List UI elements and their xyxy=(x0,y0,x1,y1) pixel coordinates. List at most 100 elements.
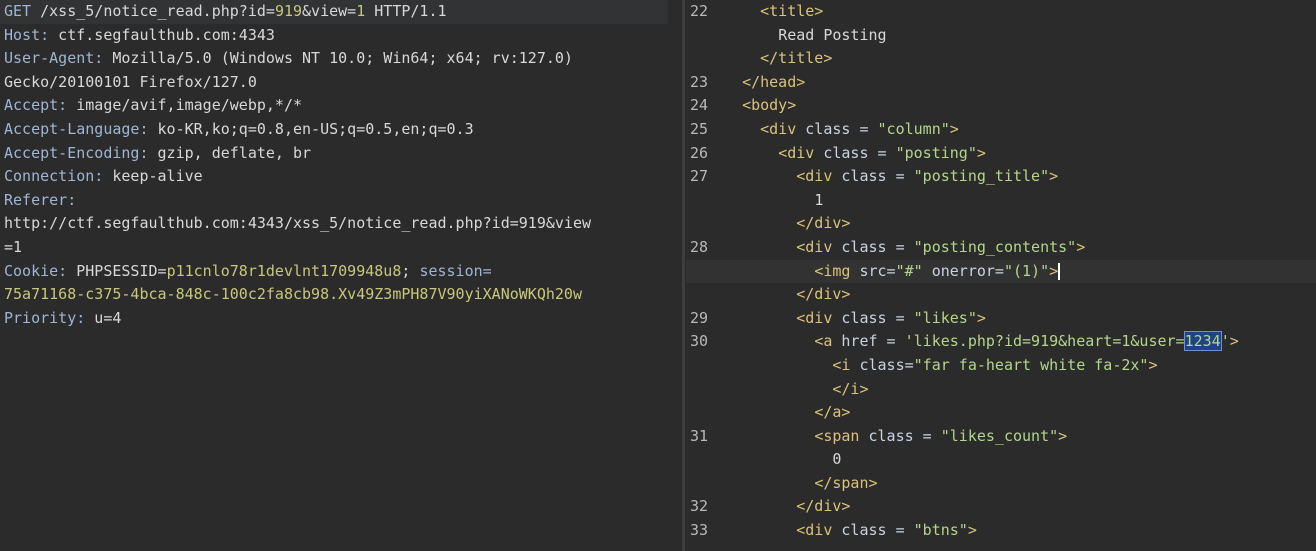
code-line[interactable]: </title> xyxy=(686,47,1316,71)
token-attr: onerror= xyxy=(922,261,1004,280)
code-line[interactable]: </div> xyxy=(686,283,1316,307)
line-number: 24 xyxy=(690,96,709,115)
code-line[interactable]: 32 </div> xyxy=(686,495,1316,519)
code-line[interactable]: <i class="far fa-heart white fa-2x"> xyxy=(686,354,1316,378)
code-text: <title> xyxy=(724,2,823,20)
header-accept-encoding[interactable]: Accept-Encoding: gzip, deflate, br xyxy=(0,142,680,166)
token-str: "likes" xyxy=(913,308,977,327)
token-str: "#" xyxy=(895,261,923,280)
code-text: </a> xyxy=(724,403,850,421)
header-key: Priority: xyxy=(4,308,86,327)
header-referer-value-cont[interactable]: =1 xyxy=(0,236,680,260)
token-tag: <body> xyxy=(742,96,797,115)
request-line[interactable]: GET /xss_5/notice_read.php?id=919&view=1… xyxy=(0,0,668,24)
header-user-agent-cont[interactable]: Gecko/20100101 Firefox/127.0 xyxy=(0,71,680,95)
line-number: 29 xyxy=(690,308,709,327)
pane-splitter[interactable] xyxy=(682,0,685,551)
header-cookie-cont[interactable]: 75a71168-c375-4bca-848c-100c2fa8cb98.Xv4… xyxy=(0,283,680,307)
param-view-key: &view= xyxy=(302,2,357,20)
token-tag: <div xyxy=(760,119,806,138)
token-tag: <img xyxy=(814,261,860,280)
token-text: Read Posting xyxy=(778,25,887,44)
request-editor[interactable]: GET /xss_5/notice_read.php?id=919&view=1… xyxy=(0,0,680,551)
token-attr: class = xyxy=(841,167,914,186)
line-number: 25 xyxy=(690,119,709,138)
code-line[interactable]: 0 xyxy=(686,448,1316,472)
token-tag: > xyxy=(1229,332,1239,351)
token-str: "posting_title" xyxy=(913,167,1050,186)
token-str: "posting_contents" xyxy=(913,237,1077,256)
code-text: </div> xyxy=(724,285,850,303)
header-connection[interactable]: Connection: keep-alive xyxy=(0,165,680,189)
token-tag: <div xyxy=(796,308,842,327)
param-view-value: 1 xyxy=(356,2,366,20)
code-line[interactable]: 23 </head> xyxy=(686,71,1316,95)
code-line[interactable]: 27 <div class = "posting_title"> xyxy=(686,165,1316,189)
header-value: ctf.segfaulthub.com:4343 xyxy=(49,25,275,44)
code-line[interactable]: 22 <title> xyxy=(686,0,1316,24)
token-attr: href = xyxy=(841,332,905,351)
code-line[interactable]: 30 <a href = 'likes.php?id=919&heart=1&u… xyxy=(686,330,1316,354)
token-attr: src= xyxy=(859,261,896,280)
header-accept-language[interactable]: Accept-Language: ko-KR,ko;q=0.8,en-US;q=… xyxy=(0,118,680,142)
header-key: Connection: xyxy=(4,167,104,186)
http-method: GET xyxy=(4,2,32,20)
code-line[interactable]: 31 <span class = "likes_count"> xyxy=(686,425,1316,449)
line-number: 26 xyxy=(690,143,709,162)
code-line[interactable]: </i> xyxy=(686,378,1316,402)
code-line[interactable]: 1 xyxy=(686,189,1316,213)
line-number: 31 xyxy=(690,426,709,445)
token-tag: </i> xyxy=(832,379,869,398)
header-referer-value[interactable]: http://ctf.segfaulthub.com:4343/xss_5/no… xyxy=(0,212,680,236)
code-line[interactable]: </span> xyxy=(686,472,1316,496)
token-tag: </div> xyxy=(796,497,851,516)
header-user-agent[interactable]: User-Agent: Mozilla/5.0 (Windows NT 10.0… xyxy=(0,47,680,71)
header-key: Accept: xyxy=(4,96,68,115)
token-tag: > xyxy=(949,119,959,138)
header-cookie[interactable]: Cookie: PHPSESSID=p11cnlo78r1devlnt17099… xyxy=(0,260,680,284)
token-tag: > xyxy=(967,521,977,540)
header-referer[interactable]: Referer: xyxy=(0,189,680,213)
token-tag: <div xyxy=(796,167,842,186)
token-str: 'likes.php?id=919&heart=1&user= xyxy=(904,332,1185,351)
code-line[interactable]: Read Posting xyxy=(686,24,1316,48)
code-line[interactable]: </a> xyxy=(686,401,1316,425)
cookie-name: PHPSESSID= xyxy=(67,261,167,280)
token-attr: class = xyxy=(805,119,878,138)
line-number: 28 xyxy=(690,237,709,256)
header-priority[interactable]: Priority: u=4 xyxy=(0,307,680,331)
text-caret xyxy=(1058,262,1061,280)
code-line[interactable]: 24 <body> xyxy=(686,94,1316,118)
code-text: </title> xyxy=(724,49,832,67)
code-line[interactable]: 28 <div class = "posting_contents"> xyxy=(686,236,1316,260)
code-line[interactable]: 29 <div class = "likes"> xyxy=(686,307,1316,331)
header-host[interactable]: Host: ctf.segfaulthub.com:4343 xyxy=(0,24,680,48)
header-value: Mozilla/5.0 (Windows NT 10.0; Win64; x64… xyxy=(103,49,573,68)
code-line[interactable]: 25 <div class = "column"> xyxy=(686,118,1316,142)
line-number: 23 xyxy=(690,72,709,91)
header-accept[interactable]: Accept: image/avif,image/webp,*/* xyxy=(0,94,680,118)
token-tag: </head> xyxy=(742,72,806,91)
response-viewer[interactable]: 22 <title> Read Posting </title> 23 </hea… xyxy=(686,0,1316,551)
code-text: <div class = "posting_title"> xyxy=(724,167,1058,185)
code-line[interactable]: <img src="#" onerror="(1)"> xyxy=(686,259,1316,284)
token-str: "likes_count" xyxy=(940,426,1059,445)
code-line[interactable]: 26 <div class = "posting"> xyxy=(686,142,1316,166)
code-line[interactable]: 33 <div class = "btns"> xyxy=(686,519,1316,543)
code-text: <i class="far fa-heart white fa-2x"> xyxy=(724,356,1157,374)
token-attr: class = xyxy=(841,237,914,256)
code-text: <div class = "likes"> xyxy=(724,309,986,327)
cookie-name: session= xyxy=(419,261,492,280)
code-line[interactable]: </div> xyxy=(686,212,1316,236)
header-value: =1 xyxy=(4,237,23,256)
